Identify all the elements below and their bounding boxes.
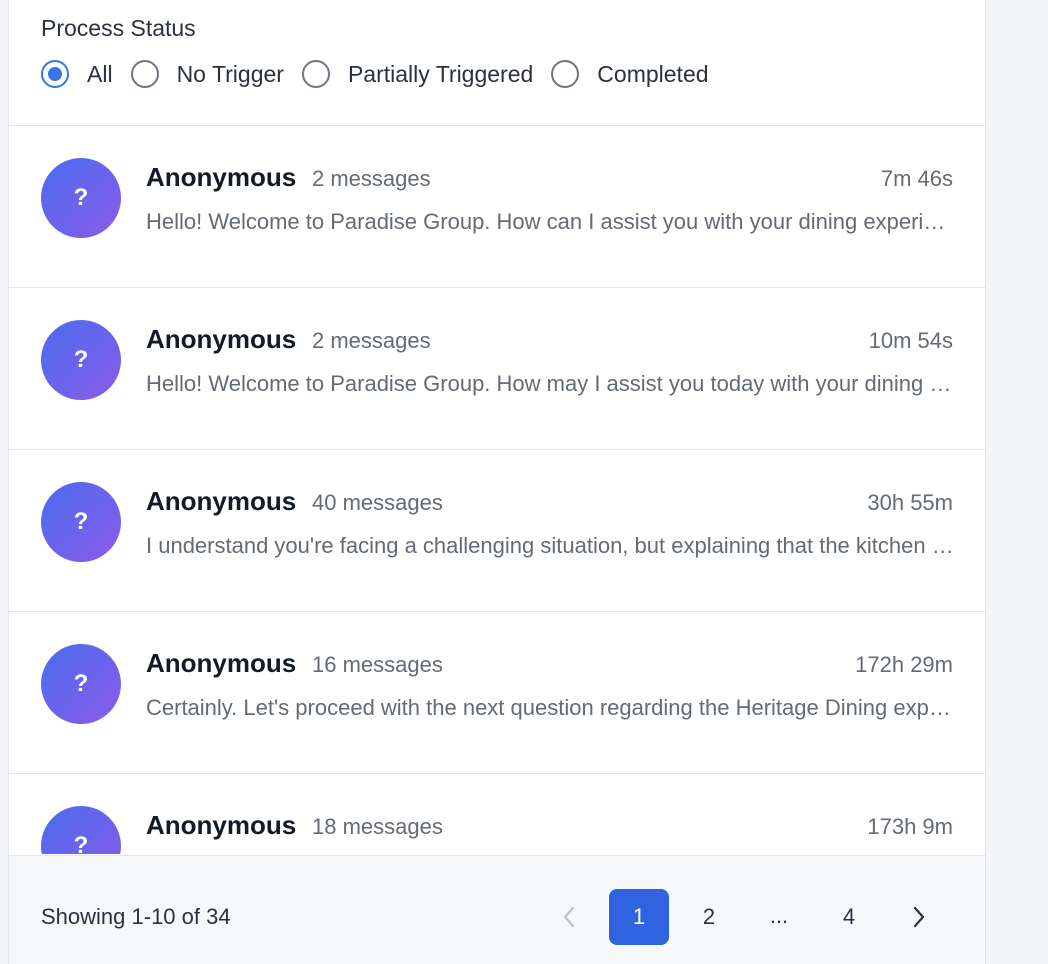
message-preview: I understand you're facing a challenging… bbox=[146, 533, 954, 558]
filter-title: Process Status bbox=[41, 15, 196, 41]
message-count: 2 messages bbox=[312, 328, 431, 353]
message-preview: Hello! Welcome to Paradise Group. How ca… bbox=[146, 209, 954, 234]
conversation-list: ? Anonymous 2 messages 7m 46s Hello! Wel… bbox=[9, 126, 985, 854]
message-count: 16 messages bbox=[312, 652, 443, 677]
message-preview: Certainly. Let's proceed with the next q… bbox=[146, 695, 954, 720]
radio-label: All bbox=[87, 60, 113, 87]
conversation-duration: 173h 9m bbox=[867, 814, 953, 839]
conversation-name: Anonymous bbox=[146, 486, 297, 516]
conversation-item[interactable]: ? Anonymous 2 messages 7m 46s Hello! Wel… bbox=[9, 126, 985, 288]
showing-count: Showing 1-10 of 34 bbox=[41, 904, 231, 929]
pagination: 1 2 ... 4 bbox=[539, 889, 959, 945]
page-ellipsis: ... bbox=[769, 903, 789, 928]
radio-option-completed[interactable]: Completed bbox=[551, 60, 709, 88]
conversation-item[interactable]: ? Anonymous 2 messages 10m 54s Hello! We… bbox=[9, 288, 985, 450]
radio-option-all[interactable]: All bbox=[41, 60, 113, 88]
chevron-right-icon bbox=[913, 906, 925, 928]
prev-page-button[interactable] bbox=[539, 889, 599, 945]
conversation-item[interactable]: ? Anonymous 40 messages 30h 55m I unders… bbox=[9, 450, 985, 612]
avatar: ? bbox=[41, 806, 121, 854]
conversation-item[interactable]: ? Anonymous 18 messages 173h 9m bbox=[9, 774, 985, 854]
conversation-duration: 172h 29m bbox=[855, 652, 953, 677]
radio-option-no-trigger[interactable]: No Trigger bbox=[130, 60, 284, 88]
conversation-name: Anonymous bbox=[146, 162, 297, 192]
conversation-name: Anonymous bbox=[146, 810, 297, 840]
avatar: ? bbox=[41, 644, 121, 724]
right-gutter bbox=[986, 0, 1048, 964]
conversation-panel: Process Status All No Trigger Partially … bbox=[8, 0, 986, 964]
conversation-duration: 7m 46s bbox=[880, 166, 953, 191]
avatar: ? bbox=[41, 320, 121, 400]
page-button-1[interactable]: 1 bbox=[609, 889, 669, 945]
radio-unselected-icon[interactable] bbox=[130, 60, 159, 88]
avatar: ? bbox=[41, 158, 121, 238]
message-preview: Hello! Welcome to Paradise Group. How ma… bbox=[146, 371, 954, 396]
page-button-2[interactable]: 2 bbox=[679, 889, 739, 945]
radio-label: No Trigger bbox=[176, 60, 284, 87]
radio-selected-icon[interactable] bbox=[41, 60, 69, 88]
avatar: ? bbox=[41, 482, 121, 562]
process-status-filter: Process Status All No Trigger Partially … bbox=[9, 0, 985, 126]
message-count: 2 messages bbox=[312, 166, 431, 191]
radio-label: Partially Triggered bbox=[347, 60, 534, 87]
radio-unselected-icon[interactable] bbox=[551, 60, 580, 88]
page-button-4[interactable]: 4 bbox=[819, 889, 879, 945]
message-count: 40 messages bbox=[312, 490, 443, 515]
radio-unselected-icon[interactable] bbox=[301, 60, 330, 88]
conversation-name: Anonymous bbox=[146, 648, 297, 678]
radio-label: Completed bbox=[597, 60, 709, 87]
next-page-button[interactable] bbox=[889, 889, 949, 945]
pagination-footer: Showing 1-10 of 34 1 2 ... 4 bbox=[9, 855, 985, 964]
conversation-item[interactable]: ? Anonymous 16 messages 172h 29m Certain… bbox=[9, 612, 985, 774]
message-count: 18 messages bbox=[312, 814, 443, 839]
radio-option-partially-triggered[interactable]: Partially Triggered bbox=[301, 60, 534, 88]
conversation-name: Anonymous bbox=[146, 324, 297, 354]
conversation-duration: 30h 55m bbox=[867, 490, 953, 515]
conversation-duration: 10m 54s bbox=[868, 328, 953, 353]
radio-group: All No Trigger Partially Triggered Compl… bbox=[41, 60, 727, 88]
chevron-left-icon bbox=[563, 906, 575, 928]
